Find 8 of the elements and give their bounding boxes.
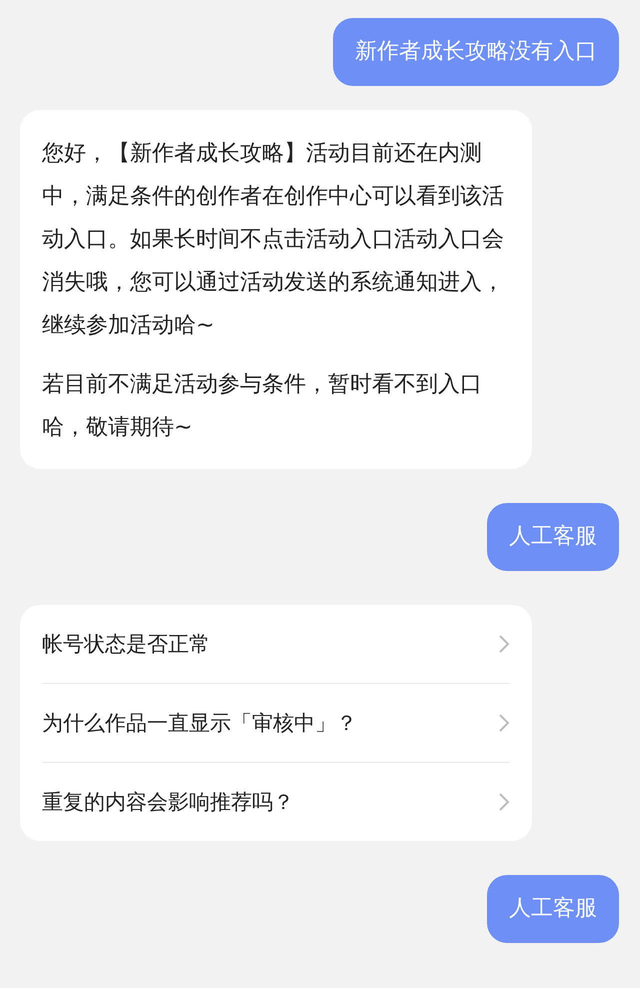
question-item[interactable]: 重复的内容会影响推荐吗？ (42, 788, 294, 816)
reply-text: 若目前不满足活动参与条件，暂时看不到入口哈，敬请期待~ (42, 371, 483, 442)
chevron-right-icon (498, 792, 510, 812)
chevron-right-icon (498, 713, 510, 733)
chevron-right-icon (498, 634, 510, 654)
reply-text: 您好，【新作者成长攻略】活动目前还在内测中，满足条件的创作者在创作中心可以看到该活动入口。如果长时间不点击活动入口活动入口会消失哦，您可以通过活动发送的系统通知进入，继续参加活动哈~ (42, 140, 505, 340)
question-item[interactable]: 帐号状态是否正常 (42, 630, 210, 658)
question-item[interactable]: 为什么作品一直显示「审核中」？ (42, 709, 357, 737)
